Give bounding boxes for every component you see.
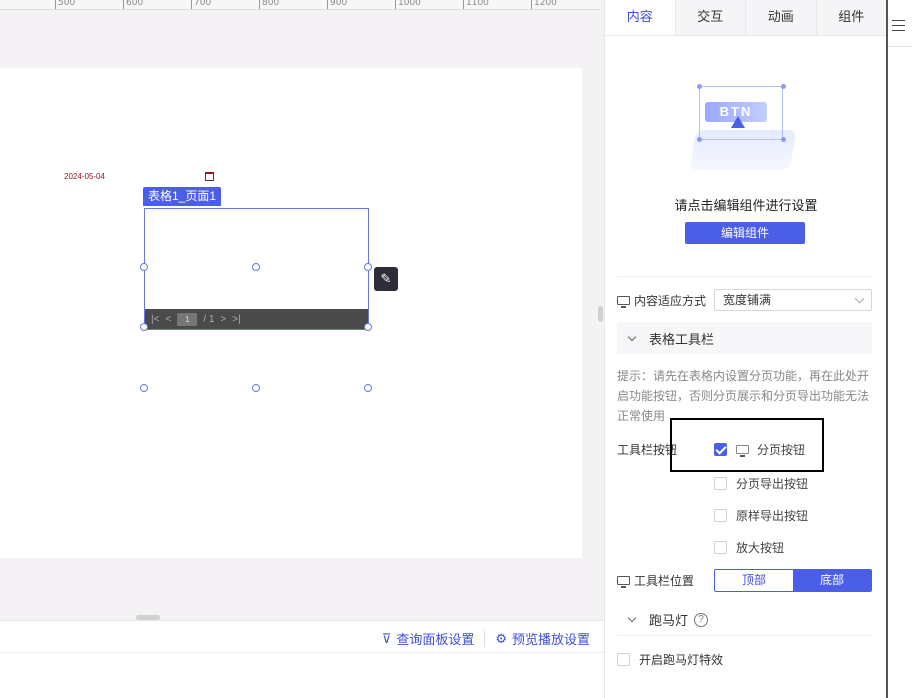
marquee-section-title: 跑马灯: [649, 613, 689, 628]
filter-icon: ⊽: [381, 630, 392, 646]
resize-handle[interactable]: [140, 323, 148, 331]
page-number-input[interactable]: 1: [177, 312, 198, 326]
bottom-toolbar: ⊽ 查询面板设置 ⚙ 预览播放设置: [0, 620, 604, 698]
marquee-toggle-label: 开启跑马灯特效: [639, 653, 724, 667]
chevron-down-icon: [854, 293, 865, 304]
tab-interaction[interactable]: 交互: [675, 0, 746, 35]
vertical-scrollbar[interactable]: [598, 306, 603, 322]
chevron-down-icon: [627, 613, 637, 623]
page-total: / 1: [203, 313, 215, 325]
monitor-icon: [617, 296, 630, 308]
calendar-icon[interactable]: [205, 172, 214, 181]
design-canvas[interactable]: 2024-05-04 表格1_页面1 |< < 1 / 1 > >| ✎: [0, 10, 600, 615]
gear-icon: ⚙: [495, 630, 507, 646]
menu-icon[interactable]: [892, 20, 905, 35]
checkbox-raw-export-button[interactable]: 原样导出按钮: [714, 507, 808, 524]
marquee-section-header[interactable]: 跑马灯 ?: [617, 604, 872, 636]
toolbar-position-toggle: 顶部 底部: [714, 569, 872, 592]
checkbox[interactable]: [617, 653, 630, 666]
checkbox-label: 分页导出按钮: [736, 477, 809, 491]
resize-handle[interactable]: [140, 384, 148, 392]
first-page-icon[interactable]: |<: [151, 314, 159, 325]
highlight-annotation-box: [670, 418, 824, 472]
toolbar-tip: 提示：请先在表格内设置分页功能，再在此处开启功能按钮，否则分页展示和分页导出功能…: [617, 369, 870, 423]
resize-handle[interactable]: [252, 263, 260, 271]
monitor-icon: [617, 576, 630, 588]
edit-hint: 请点击编辑组件进行设置: [674, 198, 818, 213]
fit-mode-row: 内容适应方式: [617, 292, 706, 309]
edit-pencil-icon[interactable]: ✎: [374, 267, 398, 291]
marquee-toggle-row[interactable]: 开启跑马灯特效: [617, 651, 723, 668]
next-page-icon[interactable]: >: [220, 314, 226, 325]
toolbar-buttons-label: 工具栏按钮: [617, 443, 678, 457]
resize-handle[interactable]: [252, 384, 260, 392]
resize-handle[interactable]: [364, 263, 372, 271]
ruler-label: 1100: [466, 0, 489, 8]
checkbox[interactable]: [714, 477, 727, 490]
ruler-label: 1000: [398, 0, 421, 8]
fit-mode-label: 内容适应方式: [634, 294, 707, 308]
preview-label: 预览播放设置: [511, 632, 590, 647]
right-side-strip: [886, 0, 912, 698]
date-label[interactable]: 2024-05-04: [64, 172, 105, 181]
resize-handle[interactable]: [140, 263, 148, 271]
checkbox-label: 放大按钮: [736, 541, 785, 555]
toolbar-position-row: 工具栏位置: [617, 572, 694, 589]
ruler-label: 700: [194, 0, 212, 8]
ruler-label: 800: [262, 0, 280, 8]
tab-component[interactable]: 组件: [816, 0, 886, 35]
tab-content[interactable]: 内容: [605, 0, 676, 35]
ruler-label: 600: [126, 0, 144, 8]
checkbox-zoom-button[interactable]: 放大按钮: [714, 539, 784, 556]
ruler-label: 500: [58, 0, 76, 8]
edit-component-button[interactable]: 编辑组件: [685, 222, 805, 244]
component-name-tag: 表格1_页面1: [143, 187, 222, 206]
cursor-icon: [731, 116, 745, 128]
ruler-label: 1200: [534, 0, 557, 8]
ruler-label: 900: [330, 0, 348, 8]
tab-animation[interactable]: 动画: [746, 0, 817, 35]
prev-page-icon[interactable]: <: [165, 314, 171, 325]
query-panel-label: 查询面板设置: [396, 632, 475, 647]
component-illustration: BTN: [685, 80, 805, 180]
checkbox-label: 原样导出按钮: [736, 509, 809, 523]
checkbox-page-export-button[interactable]: 分页导出按钮: [714, 475, 808, 492]
toolbar-position-label: 工具栏位置: [634, 574, 695, 588]
preview-settings-button[interactable]: ⚙ 预览播放设置: [495, 629, 590, 648]
resize-handle[interactable]: [364, 323, 372, 331]
resize-handle[interactable]: [364, 384, 372, 392]
help-icon[interactable]: ?: [694, 612, 709, 627]
toolbar-section-title: 表格工具栏: [649, 331, 715, 347]
toolbar-section-header[interactable]: 表格工具栏: [617, 322, 872, 354]
horizontal-ruler: 500 600 700 800 900 1000 1100 1200: [0, 0, 600, 10]
position-top-option[interactable]: 顶部: [715, 570, 793, 591]
last-page-icon[interactable]: >|: [232, 314, 240, 325]
fit-mode-select[interactable]: 宽度铺满: [714, 289, 872, 311]
checkbox[interactable]: [714, 541, 727, 554]
query-panel-settings-button[interactable]: ⊽ 查询面板设置: [382, 629, 475, 648]
properties-panel: 内容 交互 动画 组件 BTN 请点击编辑组件进行设置 编辑组件 内容适应方式 …: [604, 0, 886, 698]
table-pager: |< < 1 / 1 > >|: [145, 309, 368, 329]
position-bottom-option[interactable]: 底部: [793, 570, 871, 591]
chevron-down-icon: [627, 332, 637, 341]
checkbox[interactable]: [714, 509, 727, 522]
fit-mode-value: 宽度铺满: [723, 293, 772, 307]
panel-tabs: 内容 交互 动画 组件: [605, 0, 886, 36]
